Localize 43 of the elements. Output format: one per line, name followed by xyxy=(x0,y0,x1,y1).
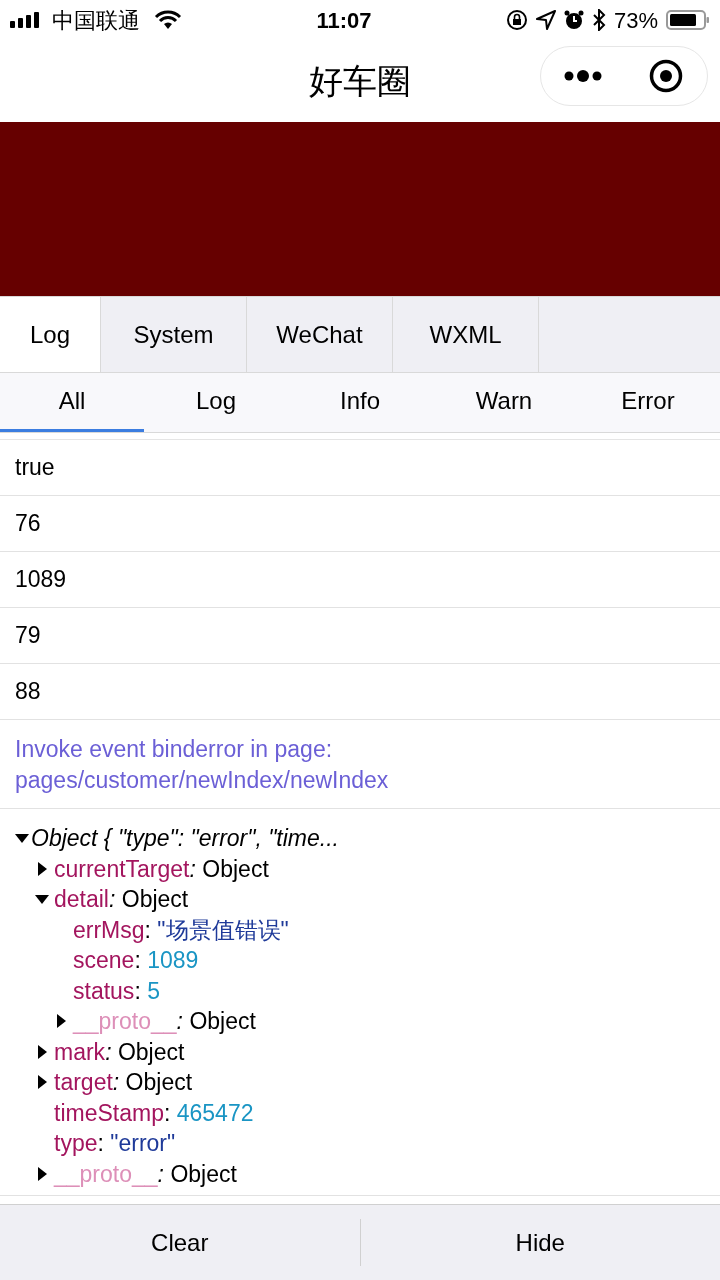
wifi-icon xyxy=(154,10,182,30)
property-text: status: 5 xyxy=(73,976,160,1006)
property-text: errMsg: "场景值错误" xyxy=(73,915,289,945)
object-summary: Object { "type": "error", "time... xyxy=(31,824,339,853)
collapsed-arrow-icon[interactable] xyxy=(35,861,49,876)
collapsed-arrow-icon[interactable] xyxy=(35,1044,49,1059)
console-tab[interactable]: Log xyxy=(0,297,101,372)
log-message: Invoke event binderror in page: pages/customer/newIndex/newIndex xyxy=(15,736,389,793)
log-text: 88 xyxy=(15,677,41,707)
property-text: timeStamp: 465472 xyxy=(54,1098,254,1128)
property-text: __proto__: Object xyxy=(54,1159,237,1189)
page-title: 好车圈 xyxy=(309,60,411,102)
bluetooth-icon xyxy=(591,9,606,31)
target-icon xyxy=(649,59,684,93)
filter-tab[interactable]: Log xyxy=(144,373,288,432)
property-text: mark: Object xyxy=(54,1037,185,1067)
log-text: 79 xyxy=(15,621,41,651)
filter-tab[interactable]: Info xyxy=(288,373,432,432)
collapsed-arrow-icon[interactable] xyxy=(35,1166,49,1181)
alarm-icon xyxy=(563,10,584,30)
rotation-lock-icon xyxy=(505,9,528,31)
location-icon xyxy=(535,10,556,30)
property-text: type: "error" xyxy=(54,1129,176,1158)
carrier-name: 中国联通 xyxy=(52,6,140,35)
more-icon xyxy=(563,70,602,82)
property-text: scene: 1089 xyxy=(73,946,199,975)
filter-tab[interactable]: All xyxy=(0,373,144,432)
property-text: detail: Object xyxy=(54,885,189,914)
log-text: true xyxy=(15,453,55,483)
log-text: 1089 xyxy=(15,565,67,595)
hide-button[interactable]: Hide xyxy=(360,1205,720,1280)
collapsed-arrow-icon[interactable] xyxy=(35,1075,49,1090)
clear-button[interactable]: Clear xyxy=(0,1205,360,1280)
battery-icon xyxy=(666,9,710,31)
property-text: currentTarget: Object xyxy=(54,854,269,884)
log-text: 76 xyxy=(15,509,41,539)
filter-tab[interactable]: Warn xyxy=(432,373,576,432)
property-text: target: Object xyxy=(54,1068,193,1097)
battery-percent: 73% xyxy=(613,6,658,35)
property-text: __proto__: Object xyxy=(73,1007,256,1036)
collapsed-arrow-icon[interactable] xyxy=(54,1014,68,1029)
filter-tab[interactable]: Error xyxy=(576,373,720,432)
status-time: 11:07 xyxy=(316,6,372,35)
